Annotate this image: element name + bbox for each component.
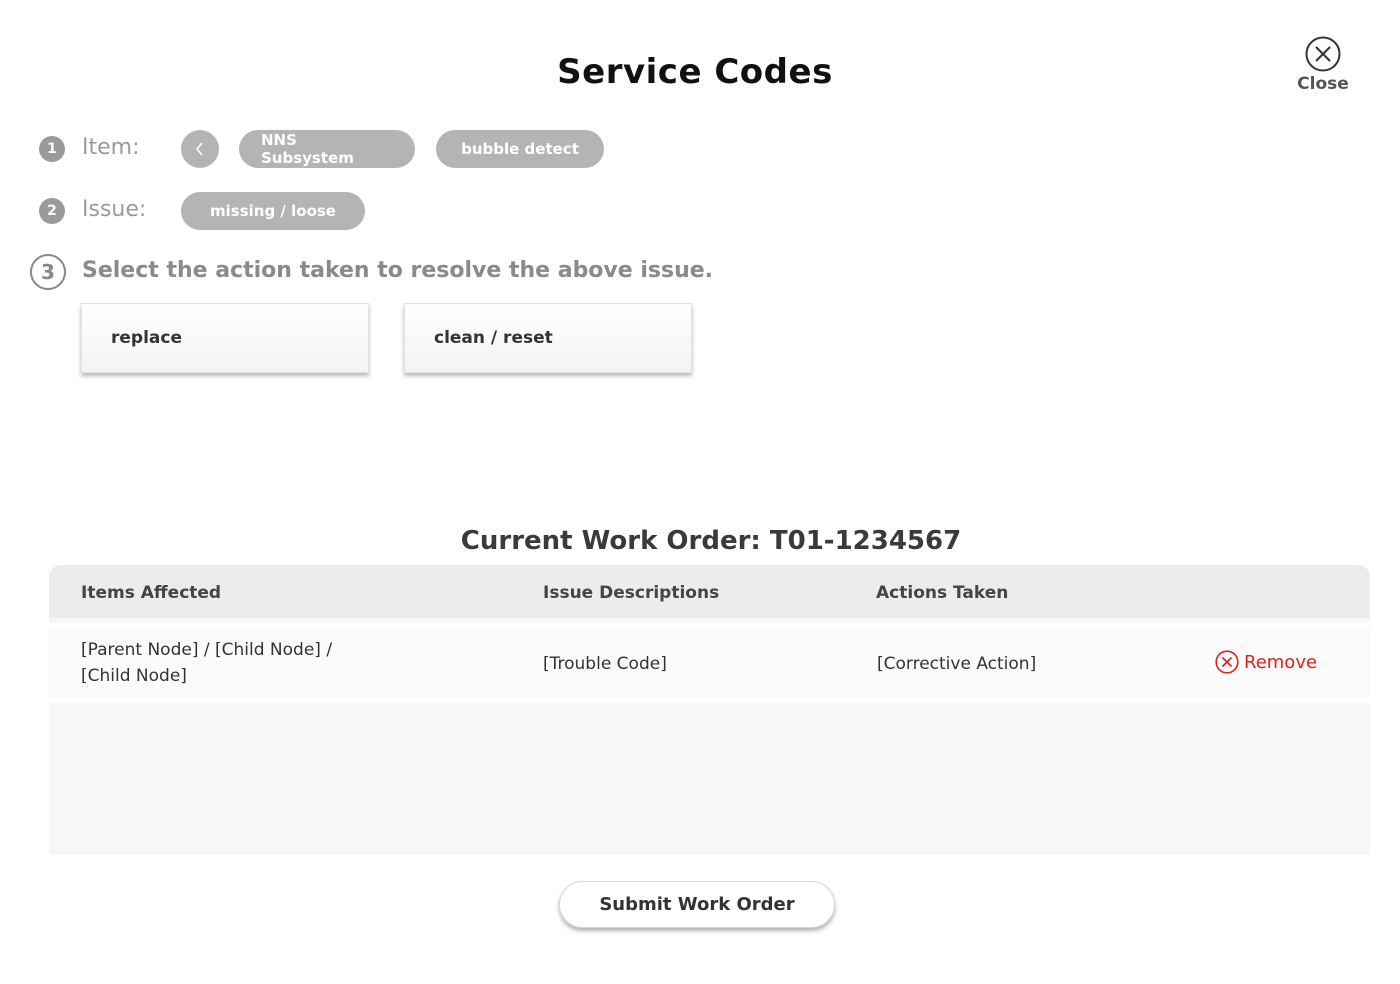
- action-option-replace[interactable]: replace: [81, 303, 369, 373]
- issue-selected-pill[interactable]: missing / loose: [181, 192, 365, 230]
- close-button[interactable]: Close: [1292, 36, 1354, 102]
- chevron-left-icon: [195, 142, 203, 156]
- row-issue-description: [Trouble Code]: [543, 654, 667, 674]
- page-title: Service Codes: [557, 52, 833, 92]
- close-icon: [1305, 36, 1341, 72]
- back-button[interactable]: [181, 130, 219, 168]
- column-actions-taken: Actions Taken: [876, 583, 1009, 603]
- remove-button[interactable]: Remove: [1215, 650, 1317, 674]
- submit-work-order-button[interactable]: Submit Work Order: [559, 881, 835, 928]
- step-1-badge: 1: [39, 136, 65, 162]
- close-label: Close: [1297, 74, 1349, 94]
- work-order-title: Current Work Order: T01-1234567: [460, 526, 962, 556]
- breadcrumb-nns-subsystem[interactable]: NNS Subsystem: [239, 130, 415, 168]
- table-row: [Parent Node] / [Child Node] / [Child No…: [49, 623, 1370, 703]
- remove-label: Remove: [1244, 651, 1318, 673]
- action-option-clean-reset[interactable]: clean / reset: [404, 303, 692, 373]
- step-3-badge: 3: [30, 254, 66, 290]
- row-action-taken: [Corrective Action]: [877, 654, 1037, 674]
- remove-icon: [1215, 650, 1239, 674]
- table-header: Items Affected Issue Descriptions Action…: [49, 565, 1370, 618]
- item-label: Item:: [82, 135, 140, 160]
- column-items-affected: Items Affected: [81, 583, 222, 603]
- column-issue-descriptions: Issue Descriptions: [543, 583, 720, 603]
- row-item-affected: [Parent Node] / [Child Node] / [Child No…: [81, 640, 333, 686]
- breadcrumb-bubble-detect[interactable]: bubble detect: [436, 130, 604, 168]
- work-order-table: Items Affected Issue Descriptions Action…: [49, 565, 1370, 855]
- step-2-badge: 2: [39, 198, 65, 224]
- action-prompt: Select the action taken to resolve the a…: [82, 258, 714, 283]
- issue-label: Issue:: [82, 197, 147, 222]
